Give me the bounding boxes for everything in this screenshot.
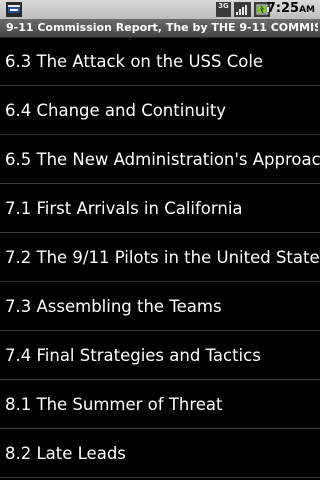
- list-item[interactable]: 7.4 Final Strategies and Tactics: [0, 331, 320, 380]
- list-item[interactable]: 7.1 First Arrivals in California: [0, 184, 320, 233]
- status-time-suffix: AM: [299, 5, 315, 15]
- list-item[interactable]: 6.4 Change and Continuity: [0, 86, 320, 135]
- list-item[interactable]: 7.3 Assembling the Teams: [0, 282, 320, 331]
- network-label: 3G: [218, 2, 229, 10]
- status-time: 7:25AM: [267, 1, 315, 16]
- 3g-icon: 3G: [216, 2, 231, 17]
- list-item[interactable]: 6.3 The Attack on the USS Cole: [0, 37, 320, 86]
- app-notification-icon[interactable]: [6, 2, 22, 17]
- signal-icon: [234, 2, 251, 17]
- list-item[interactable]: 6.5 The New Administration's Approach: [0, 135, 320, 184]
- title-bar: 9-11 Commission Report, The by THE 9-11 …: [0, 19, 320, 38]
- list-item[interactable]: 8.1 The Summer of Threat: [0, 380, 320, 429]
- chapter-list[interactable]: 6.3 The Attack on the USS Cole 6.4 Chang…: [0, 37, 320, 480]
- list-item[interactable]: 7.2 The 9/11 Pilots in the United States: [0, 233, 320, 282]
- status-time-value: 7:25: [266, 1, 300, 16]
- page-title: 9-11 Commission Report, The by THE 9-11 …: [6, 21, 318, 34]
- list-item[interactable]: 8.2 Late Leads: [0, 429, 320, 478]
- status-bar: 3G 7:25AM: [0, 0, 320, 19]
